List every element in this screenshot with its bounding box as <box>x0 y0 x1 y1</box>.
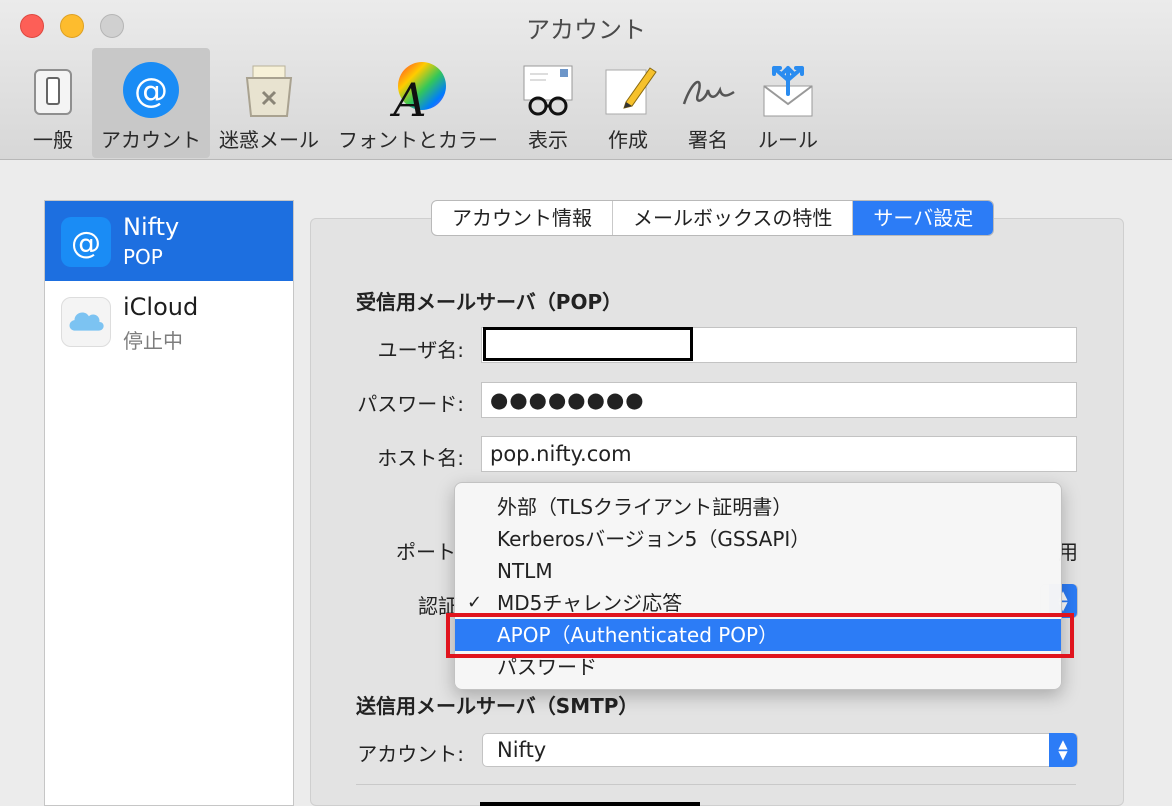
divider <box>356 784 1076 785</box>
tab-server-settings[interactable]: サーバ設定 <box>853 201 994 235</box>
toolbar-label: 署名 <box>688 128 728 152</box>
auth-method-menu: 外部（TLSクライアント証明書） Kerberosバージョン5（GSSAPI） … <box>454 482 1062 690</box>
tab-mailbox-behaviors[interactable]: メールボックスの特性 <box>613 201 854 235</box>
host-field[interactable]: pop.nifty.com <box>481 436 1077 472</box>
title-bar: アカウント 一般 @ アカウント 迷惑メール A フォントとカラー 表示 作成 … <box>0 0 1172 160</box>
account-name: iCloud <box>123 293 199 321</box>
svg-text:@: @ <box>71 226 101 261</box>
toolbar-general[interactable]: 一般 <box>20 48 86 158</box>
smtp-account-label: アカウント: <box>357 742 464 766</box>
view-glasses-icon <box>523 65 573 116</box>
window-title: アカウント <box>526 16 646 44</box>
redacted-field <box>480 802 700 806</box>
menu-item-kerberos[interactable]: Kerberosバージョン5（GSSAPI） <box>455 523 1061 555</box>
settings-tabs: アカウント情報 メールボックスの特性 サーバ設定 <box>431 200 995 236</box>
signature-icon <box>682 80 735 105</box>
account-status: 停止中 <box>123 329 183 353</box>
toolbar-view[interactable]: 表示 <box>512 48 584 158</box>
rules-envelope-icon <box>763 66 813 117</box>
toolbar-signatures[interactable]: 署名 <box>672 48 744 158</box>
menu-item-tls-certificate[interactable]: 外部（TLSクライアント証明書） <box>455 491 1061 523</box>
toolbar-rules[interactable]: ルール <box>754 48 822 158</box>
password-field[interactable]: ●●●●●●●● <box>481 382 1077 418</box>
switch-icon <box>34 69 72 115</box>
toolbar-compose[interactable]: 作成 <box>594 48 662 158</box>
stepper-icon: ▲ ▼ <box>1049 733 1077 767</box>
toolbar-accounts[interactable]: @ アカウント <box>92 48 210 158</box>
password-label: パスワード: <box>357 392 464 416</box>
account-name: Nifty <box>123 213 180 241</box>
toolbar-label: 表示 <box>528 128 568 152</box>
smtp-account-popup[interactable]: Nifty ▲ ▼ <box>482 733 1078 767</box>
tab-account-info[interactable]: アカウント情報 <box>432 201 613 235</box>
icloud-icon <box>61 297 111 347</box>
toolbar-label: 一般 <box>33 128 73 152</box>
host-label: ホスト名: <box>377 446 464 470</box>
menu-item-ntlm[interactable]: NTLM <box>455 555 1061 587</box>
highlight-annotation-box <box>446 613 1074 658</box>
junk-bin-icon <box>245 65 293 117</box>
toolbar-label: 迷惑メール <box>219 128 319 152</box>
outgoing-server-heading: 送信用メールサーバ（SMTP） <box>356 694 639 718</box>
toolbar-label: ルール <box>758 128 818 152</box>
smtp-account-value: Nifty <box>497 738 547 762</box>
at-icon: @ <box>61 217 111 267</box>
toolbar-label: アカウント <box>101 128 201 152</box>
account-item-nifty[interactable]: @ Nifty POP <box>45 201 293 281</box>
username-label: ユーザ名: <box>377 338 464 362</box>
toolbar-label: 作成 <box>608 128 648 152</box>
accounts-sidebar: @ Nifty POP iCloud 停止中 <box>44 200 294 806</box>
compose-pencil-icon <box>605 67 657 115</box>
port-label: ポート <box>396 540 456 564</box>
toolbar-label: フォントとカラー <box>338 128 498 152</box>
font-color-icon: A <box>389 62 446 120</box>
svg-text:@: @ <box>134 71 168 111</box>
account-item-icloud[interactable]: iCloud 停止中 <box>45 281 293 361</box>
incoming-server-heading: 受信用メールサーバ（POP） <box>356 290 623 314</box>
at-icon: @ <box>123 62 179 118</box>
svg-text:A: A <box>389 73 426 120</box>
toolbar-junk[interactable]: 迷惑メール <box>216 48 322 158</box>
toolbar-fonts-colors[interactable]: A フォントとカラー <box>334 48 502 158</box>
menu-item-label: MD5チャレンジ応答 <box>497 591 683 615</box>
account-type: POP <box>123 245 163 269</box>
redacted-username <box>483 327 693 361</box>
